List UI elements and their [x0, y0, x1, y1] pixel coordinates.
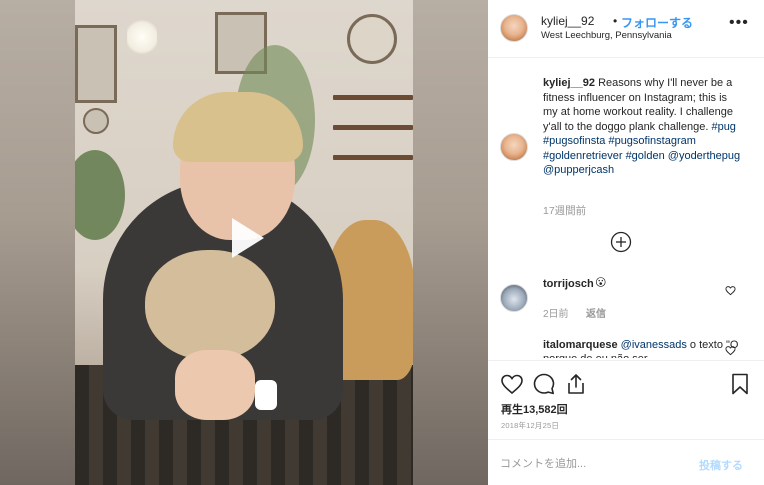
caption-avatar[interactable] [500, 133, 528, 161]
media-blur-left [0, 0, 75, 485]
hashtag-link[interactable]: #pugsofinstagram [608, 135, 695, 147]
comment-time: 2日前 [543, 309, 569, 320]
comment-input[interactable] [500, 454, 680, 474]
post-sidebar: kyliej__92 • フォローする West Leechburg, Penn… [488, 0, 764, 485]
mention-link[interactable]: @pupperjcash [543, 164, 614, 176]
play-icon [232, 218, 264, 258]
view-count[interactable]: 再生13,582回 [501, 401, 568, 417]
pug [145, 250, 275, 360]
wall-clock [347, 14, 397, 64]
hashtag-link[interactable]: #goldenretriever [543, 150, 623, 162]
action-bar: 再生13,582回 2018年12月25日 投稿する [488, 360, 764, 485]
wall-shelf [333, 155, 413, 160]
hashtag-link[interactable]: #golden [626, 150, 665, 162]
post-comment-button[interactable]: 投稿する [699, 457, 743, 473]
hashtag-link[interactable]: #pug [711, 121, 735, 133]
comment-text: 😮 [595, 277, 607, 289]
mention-link[interactable]: @ivanessads [621, 339, 687, 351]
ceiling-lamp [127, 18, 157, 56]
houseplant [75, 150, 125, 240]
play-button[interactable] [218, 212, 270, 264]
post-media[interactable] [0, 0, 488, 485]
wall-clock [83, 108, 109, 134]
caption-time: 17週間前 [543, 205, 587, 217]
heart-icon[interactable] [725, 285, 736, 296]
location-link[interactable]: West Leechburg, Pennsylvania [541, 30, 672, 41]
share-icon[interactable] [564, 372, 588, 396]
post-header: kyliej__92 • フォローする West Leechburg, Penn… [488, 0, 764, 58]
follow-button[interactable]: フォローする [621, 14, 693, 31]
username-link[interactable]: kyliej__92 [541, 14, 594, 28]
avatar[interactable] [500, 14, 528, 42]
plus-circle-icon[interactable] [610, 231, 632, 253]
comment-item: italomarquese @ivanessads o texto "O por… [543, 338, 748, 358]
bookmark-icon[interactable] [728, 372, 752, 396]
heart-icon[interactable] [500, 372, 524, 396]
wristwatch [255, 380, 277, 410]
hashtag-link[interactable]: #pugsofinsta [543, 135, 605, 147]
separator-dot: • [613, 14, 618, 28]
comment-username[interactable]: torrijosch [543, 278, 594, 290]
wall-shelf [333, 125, 413, 130]
wall-shelf [333, 95, 413, 100]
comment-bar: 投稿する [488, 439, 764, 485]
caption: kyliej__92 Reasons why I'll never be a f… [543, 76, 743, 178]
hands [175, 350, 255, 420]
caption-username[interactable]: kyliej__92 [543, 77, 595, 89]
commenter-avatar[interactable] [500, 284, 528, 312]
wall-picture [75, 25, 117, 103]
reply-button[interactable]: 返信 [586, 305, 606, 320]
comment-icon[interactable] [532, 372, 556, 396]
more-options-icon[interactable]: ••• [729, 14, 749, 32]
mention-link[interactable]: @yoderthepug [668, 150, 740, 162]
media-blur-right [413, 0, 488, 485]
comment-username[interactable]: italomarquese [543, 339, 618, 351]
heart-icon[interactable] [725, 345, 736, 356]
post-date: 2018年12月25日 [501, 421, 560, 430]
